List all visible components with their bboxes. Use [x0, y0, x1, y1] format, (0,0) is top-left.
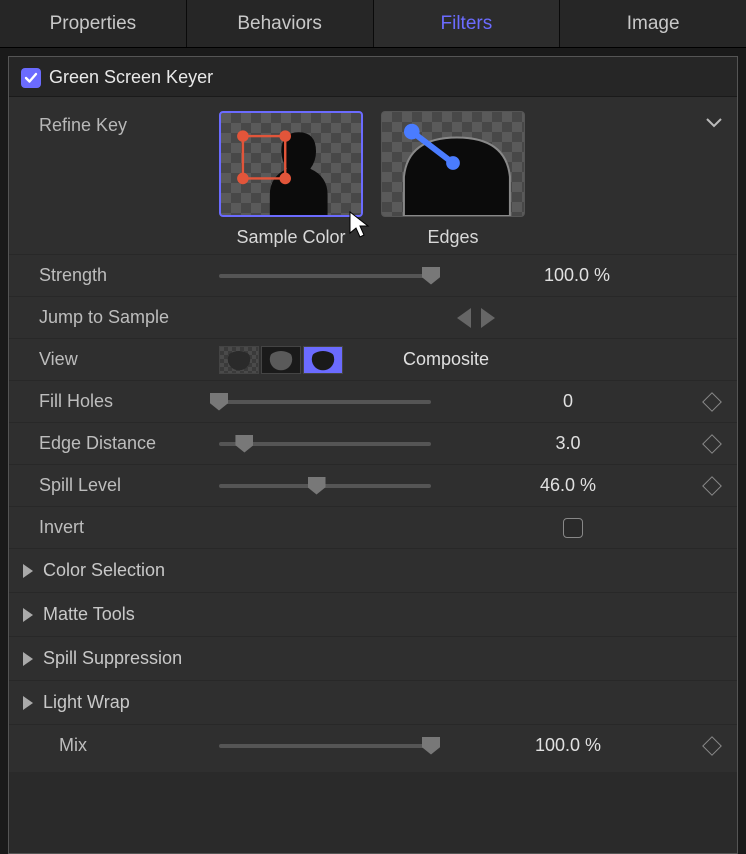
- chevron-right-icon: [23, 652, 33, 666]
- edges-icon: [382, 112, 524, 216]
- chevron-right-icon: [23, 696, 33, 710]
- fill-holes-slider[interactable]: [219, 392, 431, 412]
- spill-level-keyframe[interactable]: [702, 476, 722, 496]
- invert-checkbox[interactable]: [563, 518, 583, 538]
- view-original[interactable]: [219, 346, 259, 374]
- edges-block: Edges: [381, 111, 525, 248]
- fill-holes-row: Fill Holes 0: [9, 380, 737, 422]
- view-label: View: [39, 349, 219, 370]
- spill-level-value[interactable]: 46.0 %: [431, 475, 705, 496]
- fill-holes-label: Fill Holes: [39, 391, 219, 412]
- strength-row: Strength 100.0 %: [9, 254, 737, 296]
- mix-slider[interactable]: [219, 736, 431, 756]
- matte-tools-disclosure[interactable]: Matte Tools: [9, 592, 737, 636]
- edge-distance-label: Edge Distance: [39, 433, 219, 454]
- light-wrap-disclosure[interactable]: Light Wrap: [9, 680, 737, 724]
- tab-filters[interactable]: Filters: [374, 0, 561, 47]
- fill-holes-value[interactable]: 0: [431, 391, 705, 412]
- spill-level-slider[interactable]: [219, 476, 431, 496]
- mix-row: Mix 100.0 %: [9, 724, 737, 766]
- spill-level-row: Spill Level 46.0 %: [9, 464, 737, 506]
- sample-color-tool[interactable]: [219, 111, 363, 217]
- mix-keyframe[interactable]: [702, 736, 722, 756]
- sample-color-icon: [221, 113, 361, 215]
- edges-tool[interactable]: [381, 111, 525, 217]
- refine-key-thumbs: Sample Color Edges: [219, 111, 525, 248]
- tab-properties[interactable]: Properties: [0, 0, 187, 47]
- matte-tools-label: Matte Tools: [43, 604, 135, 625]
- spill-level-label: Spill Level: [39, 475, 219, 496]
- sample-color-block: Sample Color: [219, 111, 363, 248]
- invert-row: Invert: [9, 506, 737, 548]
- edge-distance-slider[interactable]: [219, 434, 431, 454]
- tab-behaviors[interactable]: Behaviors: [187, 0, 374, 47]
- jump-to-sample-label: Jump to Sample: [39, 307, 219, 328]
- view-row: View Composite: [9, 338, 737, 380]
- jump-to-sample-row: Jump to Sample: [9, 296, 737, 338]
- spill-suppression-label: Spill Suppression: [43, 648, 182, 669]
- inspector-tabbar: Properties Behaviors Filters Image: [0, 0, 746, 48]
- mix-value[interactable]: 100.0 %: [431, 735, 705, 756]
- refine-key-row: Refine Key Sample Color: [9, 103, 737, 254]
- color-selection-label: Color Selection: [43, 560, 165, 581]
- edge-distance-value[interactable]: 3.0: [431, 433, 705, 454]
- color-selection-disclosure[interactable]: Color Selection: [9, 548, 737, 592]
- parameters-section: Refine Key Sample Color: [9, 97, 737, 772]
- view-mode-thumbs: [219, 346, 359, 374]
- edges-label: Edges: [427, 227, 478, 248]
- edge-distance-keyframe[interactable]: [702, 434, 722, 454]
- filter-panel: Green Screen Keyer Refine Key Sample Col…: [8, 56, 738, 854]
- chevron-right-icon: [23, 608, 33, 622]
- invert-label: Invert: [39, 517, 219, 538]
- refine-key-label: Refine Key: [39, 111, 219, 136]
- next-sample-button[interactable]: [481, 308, 495, 328]
- strength-slider[interactable]: [219, 266, 431, 286]
- view-matte[interactable]: [261, 346, 301, 374]
- filter-enable-checkbox[interactable]: [21, 68, 41, 88]
- chevron-down-icon[interactable]: [705, 115, 723, 133]
- tab-image[interactable]: Image: [560, 0, 746, 47]
- chevron-right-icon: [23, 564, 33, 578]
- strength-label: Strength: [39, 265, 219, 286]
- edge-distance-row: Edge Distance 3.0: [9, 422, 737, 464]
- fill-holes-keyframe[interactable]: [702, 392, 722, 412]
- filter-header: Green Screen Keyer: [9, 57, 737, 97]
- filter-name-label: Green Screen Keyer: [49, 67, 213, 88]
- view-composite[interactable]: [303, 346, 343, 374]
- spill-suppression-disclosure[interactable]: Spill Suppression: [9, 636, 737, 680]
- sample-color-label: Sample Color: [236, 227, 345, 248]
- check-icon: [24, 71, 38, 85]
- mix-label: Mix: [39, 735, 219, 756]
- light-wrap-label: Light Wrap: [43, 692, 130, 713]
- view-value[interactable]: Composite: [403, 349, 489, 370]
- cursor-icon: [349, 211, 371, 239]
- prev-sample-button[interactable]: [457, 308, 471, 328]
- strength-value[interactable]: 100.0 %: [431, 265, 723, 286]
